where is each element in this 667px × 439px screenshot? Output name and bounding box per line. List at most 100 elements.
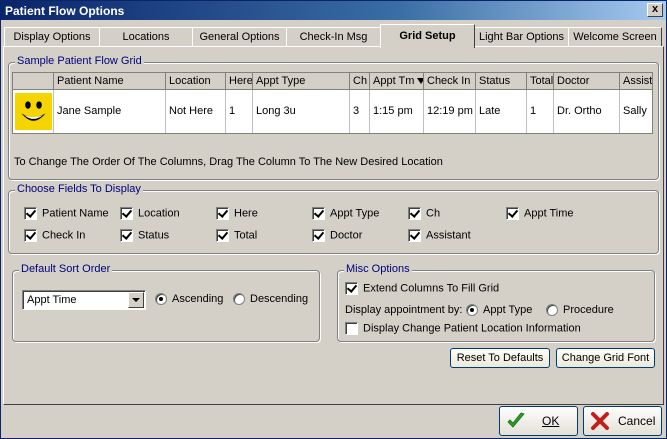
smiley-face-icon	[15, 93, 52, 130]
checkbox-box[interactable]	[312, 207, 325, 220]
sort-descending-icon	[417, 78, 423, 85]
ok-label: OK	[542, 414, 560, 428]
tab-check-in-msg[interactable]: Check-In Msg	[286, 27, 381, 47]
window-title: Patient Flow Options	[5, 4, 125, 18]
checkbox-here[interactable]: Here	[216, 207, 258, 221]
grid-header-avatar[interactable]	[13, 73, 54, 90]
checkbox-label: Doctor	[330, 229, 363, 242]
checkbox-box[interactable]	[120, 207, 133, 220]
checkbox-label: Patient Name	[42, 207, 109, 220]
checkbox-appt-time[interactable]: Appt Time	[506, 207, 574, 221]
cancel-button[interactable]: Cancel	[583, 406, 662, 436]
checkbox-box[interactable]	[506, 207, 519, 220]
grid-header[interactable]: Location	[166, 73, 226, 90]
tab-grid-setup[interactable]: Grid Setup	[380, 24, 475, 48]
checkbox-extend-columns[interactable]: Extend Columns To Fill Grid	[345, 282, 499, 296]
grid-header[interactable]: Assist	[620, 73, 652, 90]
tab-light-bar-options[interactable]: Light Bar Options	[474, 27, 569, 47]
grid-header[interactable]: Doctor	[554, 73, 620, 90]
radio-appt-type[interactable]: Appt Type	[466, 304, 532, 318]
checkbox-box[interactable]	[408, 229, 421, 242]
checkbox-label: Appt Type	[330, 207, 380, 220]
checkbox-change-location-info[interactable]: Display Change Patient Location Informat…	[345, 322, 581, 336]
tab-general-options[interactable]: General Options	[192, 27, 287, 47]
change-grid-font-button[interactable]: Change Grid Font	[556, 348, 655, 368]
checkbox-box[interactable]	[216, 229, 229, 242]
radio-procedure[interactable]: Procedure	[546, 304, 614, 318]
display-by-label: Display appointment by:	[345, 304, 463, 316]
checkbox-label: Location	[138, 207, 180, 220]
grid-header[interactable]: Total	[527, 73, 554, 90]
grid-cell: 12:19 pm	[424, 90, 476, 133]
checkbox-box[interactable]	[24, 229, 37, 242]
checkbox-box[interactable]	[312, 229, 325, 242]
checkbox-box[interactable]	[120, 229, 133, 242]
grid-header[interactable]: Here	[226, 73, 253, 90]
tab-locations[interactable]: Locations	[99, 27, 193, 47]
checkbox-status[interactable]: Status	[120, 229, 169, 243]
chevron-down-icon[interactable]	[128, 292, 144, 308]
title-bar[interactable]: Patient Flow Options	[1, 1, 666, 20]
grid-cell-avatar	[13, 90, 54, 133]
reset-to-defaults-button[interactable]: Reset To Defaults	[450, 348, 550, 368]
checkbox-label: Appt Time	[524, 207, 574, 220]
tab-label: Grid Setup	[399, 30, 456, 42]
checkbox-label: Total	[234, 229, 258, 242]
grid-header[interactable]: Appt Type	[253, 73, 350, 90]
tab-label: Welcome Screen	[573, 31, 657, 43]
ok-button[interactable]: OK	[499, 406, 578, 436]
radio-dot[interactable]	[155, 293, 167, 306]
sort-field-value: Appt Time	[27, 294, 77, 306]
sort-field-select[interactable]: Appt Time	[22, 290, 146, 310]
radio-label: Appt Type	[483, 304, 533, 317]
tab-label: Display Options	[13, 31, 91, 43]
checkbox-box[interactable]	[24, 207, 37, 220]
checkbox-check-in[interactable]: Check In	[24, 229, 85, 243]
checkbox-doctor[interactable]: Doctor	[312, 229, 362, 243]
checkbox-appt-type[interactable]: Appt Type	[312, 207, 379, 221]
checkbox-label: Assistant	[426, 229, 471, 242]
radio-label: Ascending	[172, 293, 224, 306]
close-x-icon	[591, 412, 609, 430]
button-label: Change Grid Font	[561, 352, 650, 364]
tab-label: Check-In Msg	[299, 31, 368, 43]
checkbox-box[interactable]	[408, 207, 421, 220]
checkbox-label: Display Change Patient Location Informat…	[363, 322, 581, 335]
tab-label: General Options	[199, 31, 280, 43]
tab-welcome-screen[interactable]: Welcome Screen	[568, 27, 662, 47]
checkbox-total[interactable]: Total	[216, 229, 257, 243]
checkbox-ch[interactable]: Ch	[408, 207, 440, 221]
tab-display-options[interactable]: Display Options	[4, 27, 100, 47]
grid-cell: Jane Sample	[54, 90, 166, 133]
checkbox-assistant[interactable]: Assistant	[408, 229, 471, 243]
grid-header[interactable]: Check In	[424, 73, 476, 90]
grid-header[interactable]: Patient Name	[54, 73, 166, 90]
grid-header-sorted[interactable]: Appt Tm	[370, 73, 424, 90]
checkbox-label: Status	[138, 229, 170, 242]
grid-cell: Late	[476, 90, 527, 133]
grid-header[interactable]: Status	[476, 73, 527, 90]
button-label: Reset To Defaults	[456, 352, 544, 364]
grid-header-label: Appt Tm	[373, 75, 415, 87]
checkbox-location[interactable]: Location	[120, 207, 180, 221]
cancel-label: Cancel	[618, 414, 656, 428]
radio-ascending[interactable]: Ascending	[155, 293, 223, 307]
radio-dot[interactable]	[233, 293, 245, 306]
default-sort-legend: Default Sort Order	[19, 263, 113, 275]
checkbox-label: Extend Columns To Fill Grid	[363, 282, 500, 295]
grid-header[interactable]: Ch	[350, 73, 370, 90]
misc-options-legend: Misc Options	[344, 263, 412, 275]
tab-label: Locations	[122, 31, 170, 43]
checkbox-box[interactable]	[216, 207, 229, 220]
grid-cell: 1	[527, 90, 554, 133]
radio-label: Descending	[250, 293, 309, 306]
close-button[interactable]: x	[647, 3, 663, 17]
sample-patient-grid[interactable]: Patient Name Location Here Appt Type Ch …	[12, 72, 653, 134]
radio-descending[interactable]: Descending	[233, 293, 308, 307]
checkbox-label: Check In	[42, 229, 86, 242]
radio-dot[interactable]	[546, 304, 558, 317]
checkbox-patient-name[interactable]: Patient Name	[24, 207, 109, 221]
radio-dot[interactable]	[466, 304, 478, 317]
checkbox-box[interactable]	[345, 322, 358, 335]
checkbox-box[interactable]	[345, 282, 358, 295]
